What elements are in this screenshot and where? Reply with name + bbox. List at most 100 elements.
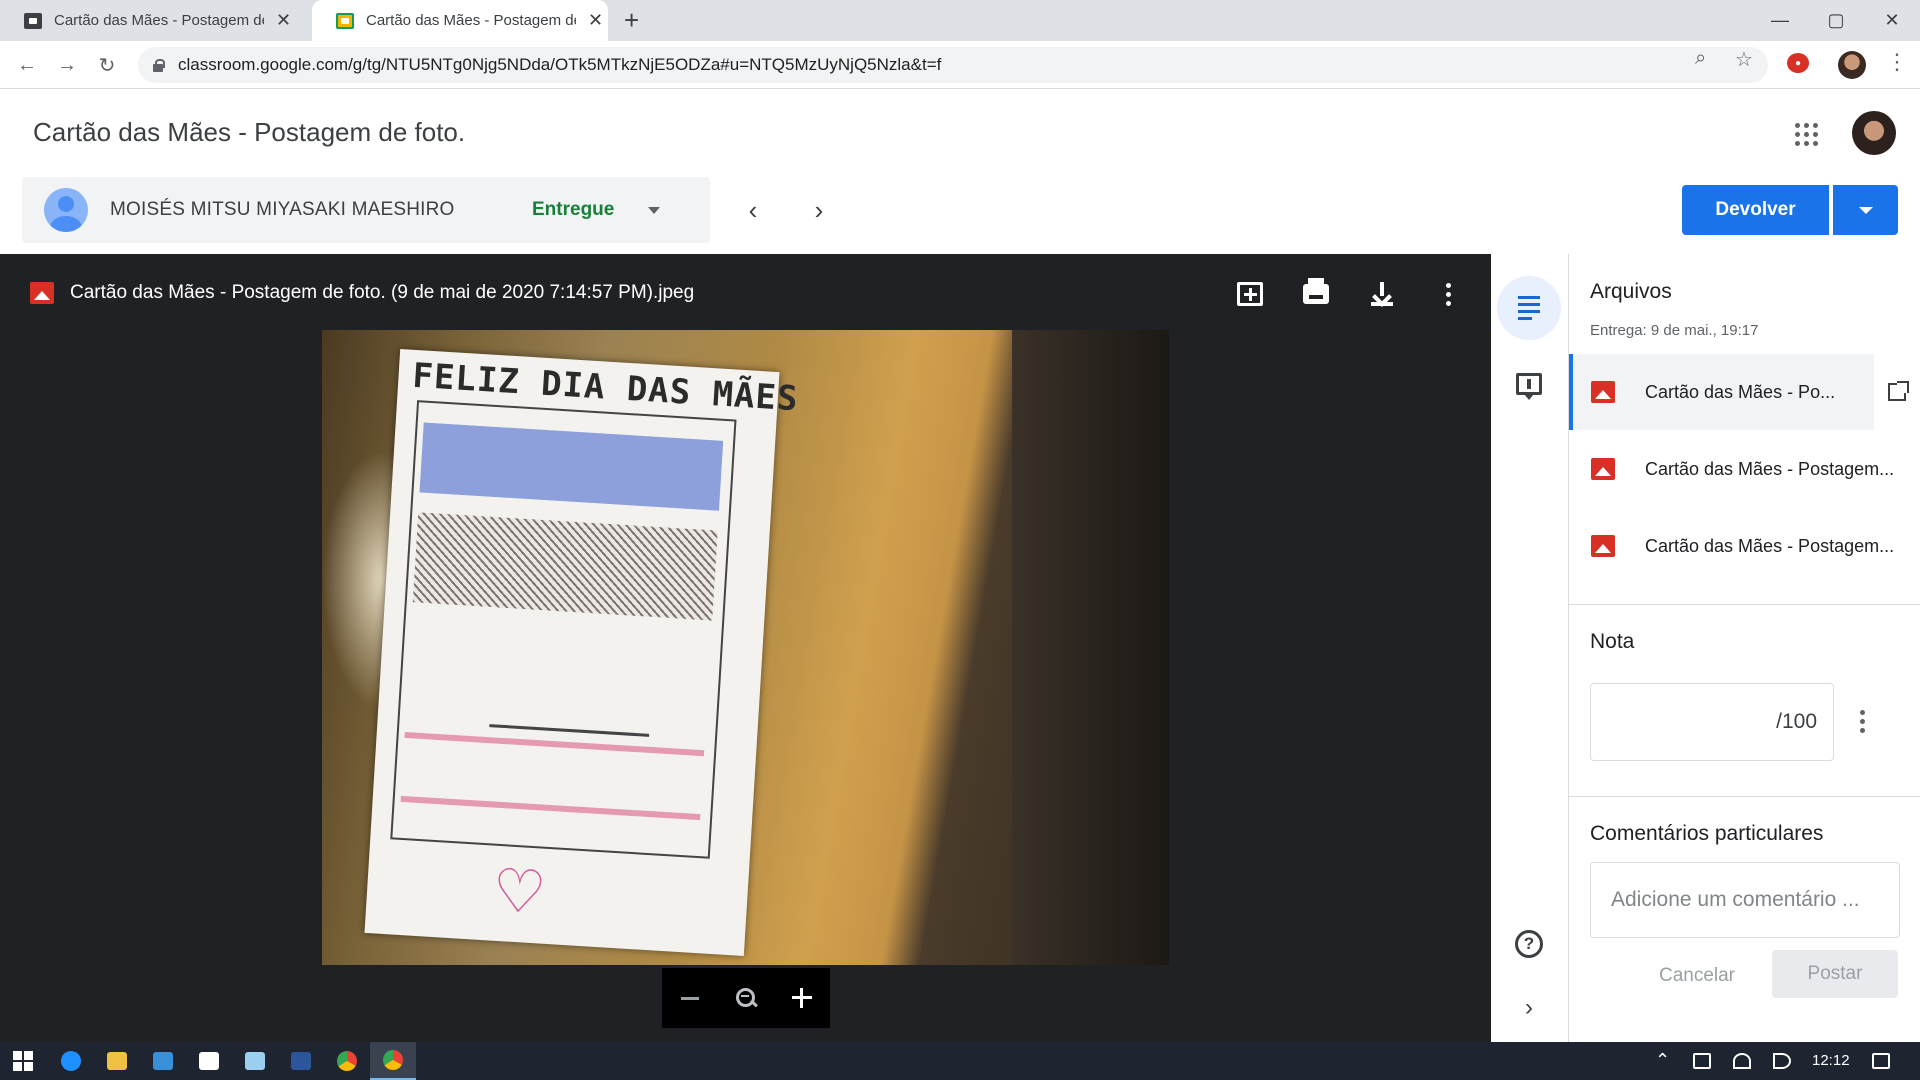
caret-down-icon[interactable] [648,206,660,214]
lock-icon [152,59,165,72]
zoom-controls [662,968,830,1028]
reload-icon[interactable]: ↻ [93,51,121,79]
start-button[interactable] [0,1042,46,1080]
maximize-button[interactable]: ▢ [1808,0,1864,41]
file-viewer: Cartão das Mães - Postagem de foto. (9 d… [0,254,1491,1042]
grade-heading: Nota [1590,630,1635,653]
edge-icon [61,1051,81,1071]
wifi-icon[interactable] [1733,1053,1751,1069]
word-taskbar-button[interactable] [278,1042,324,1080]
tab-close-icon[interactable]: ✕ [588,10,603,31]
open-in-new-button[interactable] [1874,354,1920,430]
file-item[interactable]: Cartão das Mães - Postagem... [1569,431,1920,507]
zoom-reset-button[interactable] [731,983,761,1013]
collapse-panel-button[interactable]: › [1497,976,1561,1040]
add-comment-button[interactable] [1230,274,1270,314]
back-arrow-icon[interactable]: ← [13,51,41,79]
tab-title: Cartão das Mães - Postagem de foto. [54,12,264,29]
chevron-right-icon: › [1525,994,1533,1021]
notifications-icon[interactable] [1872,1053,1890,1069]
classroom-favicon-icon [336,12,354,29]
close-window-button[interactable]: ✕ [1864,0,1920,41]
volume-icon[interactable] [1773,1053,1791,1069]
files-heading: Arquivos [1590,280,1672,303]
caret-down-icon [1858,206,1873,214]
submitted-photo[interactable]: FELIZ DIA DAS MÃES ♡ [322,330,1169,965]
cancel-button[interactable]: Cancelar [1642,952,1752,1000]
heart-drawing: ♡ [490,856,549,927]
apps-grid-icon[interactable] [1795,123,1819,147]
tab-title: Cartão das Mães - Postagem de foto. [366,12,576,29]
store-taskbar-button[interactable] [186,1042,232,1080]
post-button[interactable]: Postar [1772,950,1898,998]
store-icon [199,1052,219,1070]
url-text: classroom.google.com/g/tg/NTU5NTg0Njg5ND… [178,55,942,74]
windows-taskbar: ⌃ 12:12 [0,1042,1920,1080]
image-file-icon [1591,535,1615,557]
show-hidden-icons-icon[interactable]: ⌃ [1655,1050,1670,1071]
chrome-icon [383,1050,403,1070]
mothers-day-card: FELIZ DIA DAS MÃES ♡ [364,348,800,957]
file-item-name: Cartão das Mães - Postagem... [1645,535,1895,556]
chrome-active-taskbar-button[interactable] [370,1042,416,1080]
browser-tab-1[interactable]: Cartão das Mães - Postagem de foto. ✕ [0,0,308,41]
file-item[interactable]: Cartão das Mães - Postagem... [1569,508,1920,584]
return-menu-button[interactable] [1833,185,1898,235]
account-avatar[interactable] [1852,111,1896,155]
download-icon [1370,282,1394,306]
print-button[interactable] [1296,274,1336,314]
image-file-icon [1591,458,1615,480]
app-icon [245,1052,265,1070]
comment-icon [1516,373,1542,400]
grading-panel: Arquivos Entrega: 9 de mai., 19:17 Cartã… [1569,254,1920,1042]
minimize-button[interactable]: — [1752,0,1808,41]
battery-icon[interactable] [1693,1053,1711,1069]
next-student-button[interactable]: › [801,192,837,228]
mail-icon [153,1052,173,1070]
download-button[interactable] [1362,274,1402,314]
open-in-new-icon [1888,381,1909,401]
mail-taskbar-button[interactable] [140,1042,186,1080]
new-tab-button[interactable]: + [624,6,639,34]
image-file-icon [1591,381,1615,403]
forward-arrow-icon[interactable]: → [53,51,81,79]
previous-student-button[interactable]: ‹ [735,192,771,228]
browser-tab-2[interactable]: Cartão das Mães - Postagem de foto. ✕ [312,0,608,41]
star-icon[interactable]: ☆ [1735,47,1753,72]
more-vert-icon [1445,282,1451,306]
return-button[interactable]: Devolver [1682,185,1829,235]
viewer-file-name: Cartão das Mães - Postagem de foto. (9 d… [70,282,695,303]
tab-close-icon[interactable]: ✕ [276,10,291,31]
submission-time: Entrega: 9 de mai., 19:17 [1590,322,1759,339]
comments-panel-button[interactable] [1503,358,1555,410]
student-selector[interactable]: MOISÉS MITSU MIYASAKI MAESHIRO Entregue [22,177,710,243]
edge-taskbar-button[interactable] [48,1042,94,1080]
document-list-icon [1518,296,1540,320]
classroom-favicon-icon [24,12,42,29]
windows-logo-icon [13,1051,33,1071]
zoom-out-button[interactable] [675,983,705,1013]
more-options-button[interactable] [1428,274,1468,314]
add-comment-icon [1237,282,1263,306]
browser-menu-icon[interactable]: ⋮ [1886,49,1908,75]
help-button[interactable]: ? [1497,912,1561,976]
browser-tabstrip: Cartão das Mães - Postagem de foto. ✕ Ca… [0,0,1920,41]
grade-more-options-icon[interactable] [1860,710,1865,733]
app-taskbar-button[interactable] [232,1042,278,1080]
zoom-icon[interactable]: ⌕ [1695,47,1706,70]
browser-toolbar: ← → ↻ classroom.google.com/g/tg/NTU5NTg0… [0,41,1920,89]
student-name: MOISÉS MITSU MIYASAKI MAESHIRO [110,199,455,220]
word-icon [291,1052,311,1070]
grade-max: /100 [1776,710,1817,733]
clock[interactable]: 12:12 [1812,1052,1850,1069]
private-comment-input[interactable] [1590,862,1900,938]
browser-profile-avatar[interactable] [1838,51,1866,79]
chrome-taskbar-button[interactable] [324,1042,370,1080]
extension-icon[interactable]: ● [1787,53,1809,73]
grade-input[interactable]: /100 [1590,683,1834,761]
file-item[interactable]: Cartão das Mães - Po... [1569,354,1920,430]
zoom-in-button[interactable] [787,983,817,1013]
explorer-taskbar-button[interactable] [94,1042,140,1080]
address-bar[interactable]: classroom.google.com/g/tg/NTU5NTg0Njg5ND… [138,47,1768,83]
files-panel-button[interactable] [1497,276,1561,340]
